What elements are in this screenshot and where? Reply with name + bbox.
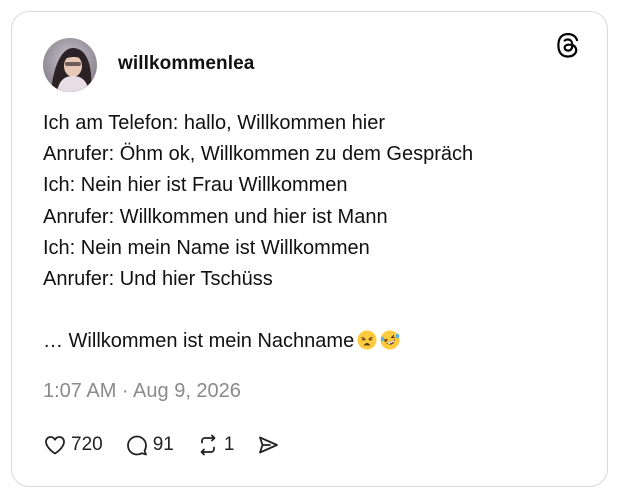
post-line: Ich: Nein mein Name ist Willkommen xyxy=(43,236,370,259)
post-line: Ich: Nein hier ist Frau Willkommen xyxy=(43,174,348,197)
post-line: Ich am Telefon: hallo, Willkommen hier xyxy=(43,112,385,134)
avatar[interactable] xyxy=(43,38,97,92)
post-closing-text: … Willkommen ist mein Nachname xyxy=(43,330,355,353)
repost-button[interactable]: 1 xyxy=(196,433,235,457)
post-line: Anrufer: Öhm ok, Willkommen zu dem Gespr… xyxy=(43,143,474,166)
post-timestamp[interactable]: 1:07 AM · Aug 9, 2026 xyxy=(43,380,241,403)
reply-button[interactable]: 91 xyxy=(125,433,174,457)
post-closing-line: … Willkommen ist mein Nachname xyxy=(43,326,473,357)
post-line: Anrufer: Willkommen und hier ist Mann xyxy=(43,205,388,228)
username[interactable]: willkommenlea xyxy=(118,53,254,75)
threads-logo-icon[interactable] xyxy=(555,32,581,58)
post-card: willkommenlea Ich am Telefon: hallo, Wil… xyxy=(11,11,608,487)
speech-bubble-icon xyxy=(126,435,147,456)
heart-icon xyxy=(45,436,65,455)
line-spacer xyxy=(43,295,473,326)
repost-icon xyxy=(200,434,216,456)
repost-count: 1 xyxy=(223,434,235,455)
reply-count: 91 xyxy=(152,434,174,455)
action-bar: 720 91 1 xyxy=(43,430,302,460)
rolling-on-floor-laughing-emoji xyxy=(380,330,400,350)
post-line: Anrufer: Und hier Tschüss xyxy=(43,268,273,291)
like-button[interactable]: 720 xyxy=(43,433,103,457)
weary-face-emoji xyxy=(357,330,377,350)
share-button[interactable] xyxy=(256,433,280,457)
send-icon xyxy=(259,436,279,454)
post-text: Ich am Telefon: hallo, Willkommen hier A… xyxy=(43,108,473,358)
like-count: 720 xyxy=(71,434,103,455)
